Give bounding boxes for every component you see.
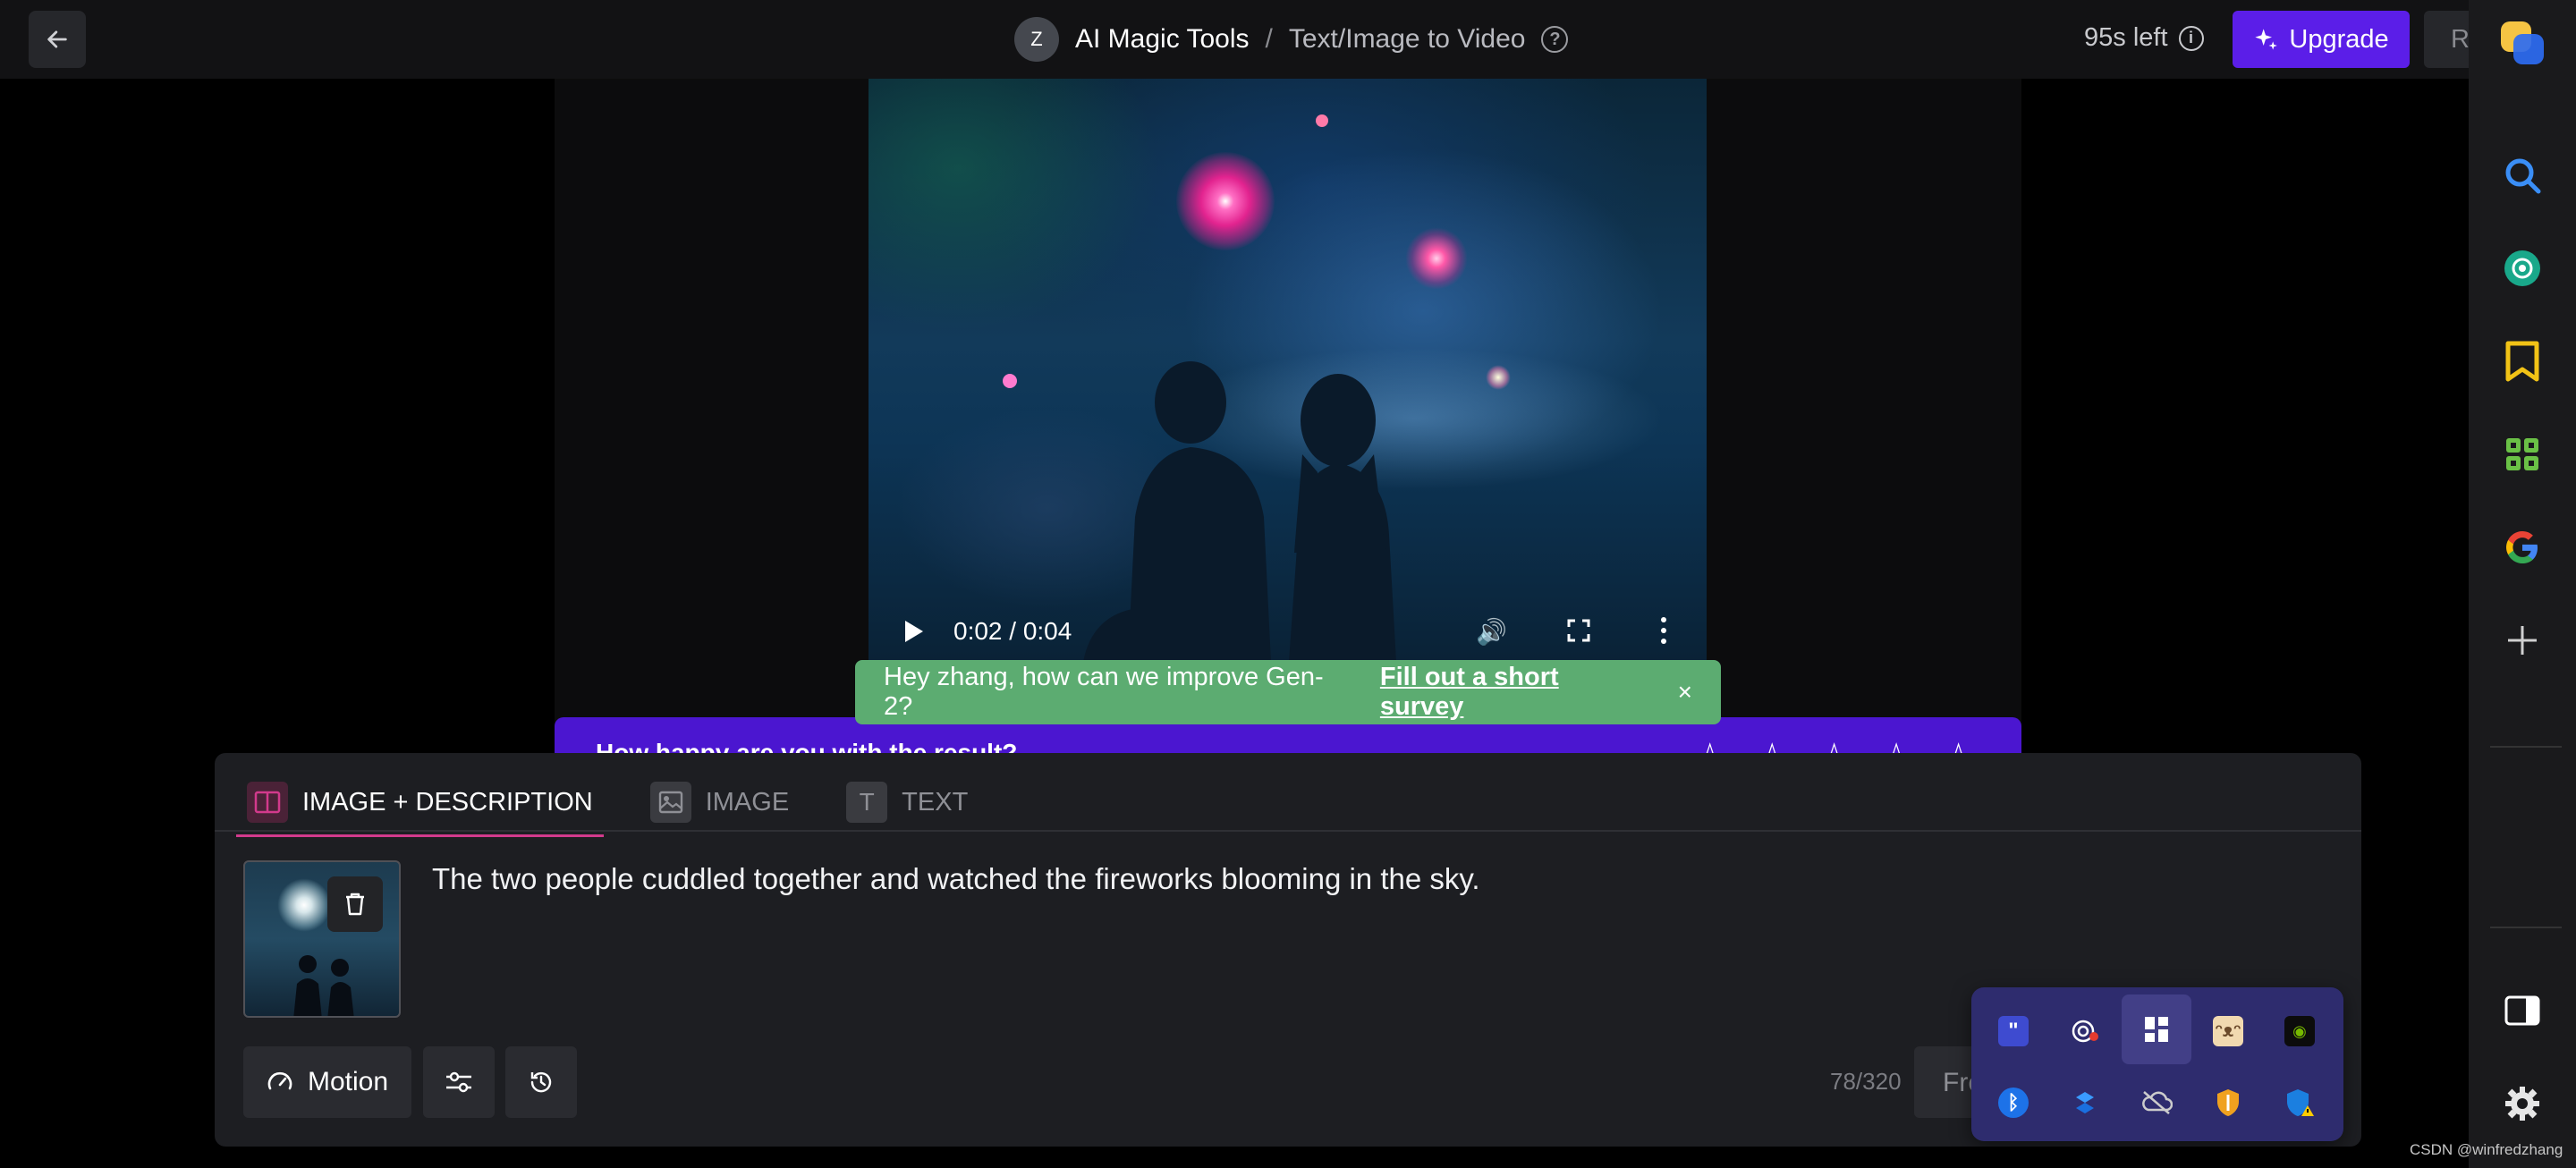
search-icon[interactable] bbox=[2497, 150, 2547, 200]
tabs-divider bbox=[215, 830, 2361, 832]
history-icon bbox=[530, 1071, 552, 1093]
add-icon[interactable] bbox=[2497, 615, 2547, 665]
breadcrumb: Z AI Magic Tools / Text/Image to Video ? bbox=[1014, 14, 1569, 64]
delete-image-button[interactable] bbox=[327, 876, 383, 932]
char-counter: 78/320 bbox=[1830, 1068, 1902, 1095]
apps-grid-icon[interactable] bbox=[2497, 429, 2547, 479]
more-options-icon[interactable] bbox=[1660, 617, 1667, 644]
security-shield-icon[interactable] bbox=[2193, 1068, 2263, 1138]
browser-logo-icon[interactable] bbox=[2497, 18, 2547, 68]
tab-label: TEXT bbox=[902, 787, 969, 817]
toast-message: Hey zhang, how can we improve Gen-2? bbox=[884, 663, 1324, 721]
browser-sidebar bbox=[2469, 0, 2576, 1168]
recorder-icon[interactable] bbox=[2050, 996, 2120, 1066]
rating-stars: ☆ ☆ ☆ ☆ ☆ bbox=[1692, 735, 1976, 753]
motion-label: Motion bbox=[307, 1067, 389, 1096]
dropbox-icon[interactable] bbox=[2050, 1068, 2120, 1138]
watermark: CSDN @winfredzhang bbox=[2410, 1141, 2563, 1158]
split-view-icon bbox=[247, 782, 288, 823]
avatar[interactable]: Z bbox=[1014, 17, 1059, 62]
info-icon[interactable]: i bbox=[2178, 25, 2204, 51]
firework-small bbox=[1405, 227, 1468, 290]
text-icon: T bbox=[846, 782, 888, 823]
video-player[interactable] bbox=[869, 79, 1707, 662]
system-tray-popup: " ᵔᴥᵔ ◉ ᛒ bbox=[1971, 987, 2343, 1141]
chatgpt-icon[interactable] bbox=[2497, 243, 2547, 293]
quote-app-icon[interactable]: " bbox=[1979, 996, 2048, 1066]
breadcrumb-separator: / bbox=[1265, 24, 1273, 54]
trash-icon bbox=[346, 893, 364, 916]
volume-icon[interactable]: 🔊 bbox=[1476, 617, 1507, 647]
defender-warning-icon[interactable] bbox=[2265, 1068, 2334, 1138]
firework-spark bbox=[1316, 114, 1328, 127]
star-1[interactable]: ☆ bbox=[1692, 735, 1727, 753]
firework-pink bbox=[1176, 152, 1275, 250]
tab-label: IMAGE + DESCRIPTION bbox=[302, 787, 593, 817]
play-icon[interactable] bbox=[905, 621, 923, 642]
help-icon[interactable]: ? bbox=[1541, 26, 1569, 53]
sidebar-toggle-icon[interactable] bbox=[2497, 986, 2547, 1036]
page-title: Text/Image to Video bbox=[1288, 24, 1526, 54]
close-icon[interactable]: × bbox=[1678, 678, 1692, 707]
bookmark-icon[interactable] bbox=[2497, 336, 2547, 386]
firework-spark bbox=[1003, 374, 1017, 388]
prompt-input[interactable]: The two people cuddled together and watc… bbox=[432, 862, 1480, 896]
pinned-app-icon[interactable] bbox=[2122, 994, 2191, 1064]
breadcrumb-app-name[interactable]: AI Magic Tools bbox=[1075, 24, 1250, 55]
survey-toast: Hey zhang, how can we improve Gen-2? Fil… bbox=[855, 660, 1721, 724]
credits-text: 95s left bbox=[2084, 23, 2168, 52]
bluetooth-icon[interactable]: ᛒ bbox=[1979, 1068, 2048, 1138]
tab-image[interactable]: IMAGE bbox=[640, 769, 800, 835]
gauge-icon bbox=[267, 1071, 292, 1090]
tab-label: IMAGE bbox=[705, 787, 790, 817]
upgrade-label: Upgrade bbox=[2289, 24, 2389, 54]
nvidia-icon[interactable]: ◉ bbox=[2265, 996, 2334, 1066]
history-button[interactable] bbox=[505, 1046, 577, 1118]
motion-button[interactable]: Motion bbox=[243, 1046, 411, 1118]
cloud-offline-icon[interactable] bbox=[2122, 1068, 2191, 1138]
image-icon bbox=[649, 782, 691, 823]
top-bar: Z AI Magic Tools / Text/Image to Video ?… bbox=[0, 0, 2478, 79]
thumbnail-firework bbox=[277, 878, 331, 932]
arrow-left-icon bbox=[47, 30, 67, 48]
sparkle-icon bbox=[2255, 29, 2278, 50]
thumbnail-couple bbox=[293, 955, 354, 1016]
tab-text[interactable]: T TEXT bbox=[835, 769, 979, 835]
star-5[interactable]: ☆ bbox=[1941, 735, 1976, 753]
sidebar-divider bbox=[2490, 746, 2562, 748]
rating-question: How happy are you with the result? bbox=[596, 739, 1018, 753]
tab-image-description[interactable]: IMAGE + DESCRIPTION bbox=[236, 769, 604, 837]
fullscreen-icon[interactable] bbox=[1567, 619, 1590, 642]
sliders-icon bbox=[446, 1071, 471, 1093]
back-button[interactable] bbox=[29, 11, 86, 68]
credits-remaining: 95s left i bbox=[2084, 23, 2204, 53]
settings-icon[interactable] bbox=[2497, 1079, 2547, 1129]
cat-app-icon[interactable]: ᵔᴥᵔ bbox=[2193, 996, 2263, 1066]
upgrade-button[interactable]: Upgrade bbox=[2233, 11, 2410, 68]
star-3[interactable]: ☆ bbox=[1817, 735, 1852, 753]
uploaded-image-thumbnail[interactable] bbox=[243, 860, 401, 1018]
survey-link[interactable]: Fill out a short survey bbox=[1380, 663, 1649, 722]
couple-silhouette bbox=[1083, 361, 1396, 662]
mode-tabs: IMAGE + DESCRIPTION IMAGE T TEXT bbox=[236, 769, 979, 837]
star-2[interactable]: ☆ bbox=[1754, 735, 1789, 753]
sidebar-divider bbox=[2490, 927, 2562, 928]
google-icon[interactable] bbox=[2497, 522, 2547, 572]
video-time: 0:02 / 0:04 bbox=[953, 617, 1072, 645]
settings-sliders-button[interactable] bbox=[423, 1046, 495, 1118]
star-4[interactable]: ☆ bbox=[1878, 735, 1913, 753]
